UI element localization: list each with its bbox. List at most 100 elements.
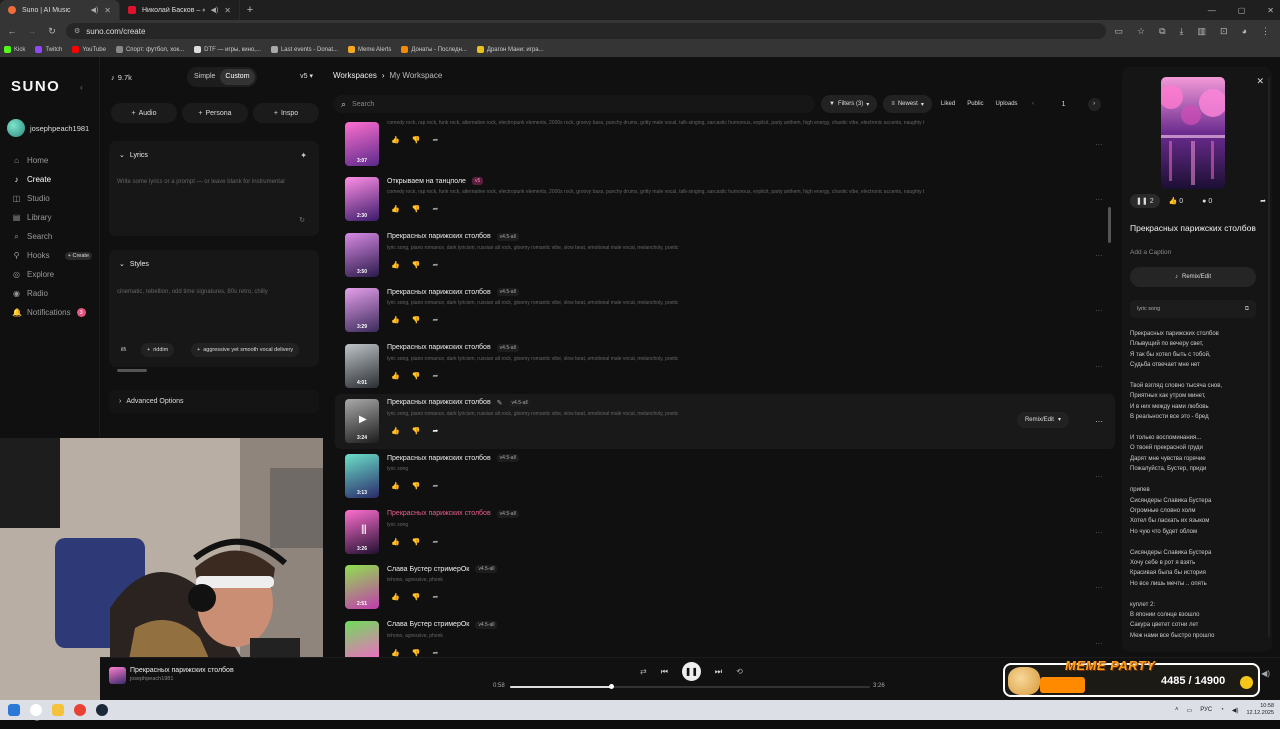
yandex-icon[interactable] (30, 704, 42, 716)
thumbs-down-icon[interactable]: 👎 (412, 649, 421, 657)
add-caption[interactable]: Add a Caption (1130, 249, 1171, 256)
refresh-icon[interactable]: ↻ (299, 216, 305, 224)
previous-icon[interactable]: ⏮ (661, 667, 668, 677)
sidebar-item-studio[interactable]: ◫ Studio (12, 189, 92, 208)
play-icon[interactable]: ▶ (359, 414, 367, 425)
styles-input[interactable]: cinematic, rebellion, odd time signature… (117, 289, 268, 295)
sidebar-item-create[interactable]: ♪ Create (12, 170, 92, 189)
song-row[interactable]: 2:30 Открываем на танцполе v5 comedy rock, … (335, 172, 1115, 227)
more-options-icon[interactable]: ··· (1095, 140, 1103, 149)
song-thumbnail[interactable]: 2:51 (345, 565, 379, 610)
share-icon[interactable]: ➦ (432, 593, 438, 601)
thumbs-down-icon[interactable]: 👎 (412, 372, 421, 380)
style-chip[interactable]: + aggressive yet smooth vocal delivery (191, 343, 300, 357)
share-icon[interactable]: ➦ (432, 316, 438, 324)
bookmark-item[interactable]: Драгон Мани: игра... (476, 46, 544, 53)
comment-count[interactable]: ● 0 (1202, 198, 1212, 205)
chrome-icon[interactable] (74, 704, 86, 716)
repeat-icon[interactable]: ⟲ (736, 667, 743, 676)
song-row[interactable]: 3:50 Прекрасных парижских столбов v4.5-all… (335, 228, 1115, 283)
song-row[interactable]: 4:01 Прекрасных парижских столбов v4.5-all… (335, 339, 1115, 394)
bookmark-item[interactable]: YouTube (72, 46, 106, 53)
song-row[interactable]: 3:26 ||| Прекрасных парижских столбов v4.5-… (335, 505, 1115, 560)
more-options-icon[interactable]: ··· (1095, 306, 1103, 315)
back-icon[interactable]: ← (6, 26, 18, 36)
song-title[interactable]: Прекрасных парижских столбов (387, 289, 491, 296)
thumbs-down-icon[interactable]: 👎 (412, 316, 421, 324)
share-icon[interactable]: ➦ (1260, 197, 1266, 205)
extensions-icon[interactable]: ⧉ (1159, 26, 1165, 37)
thumbs-down-icon[interactable]: 👎 (412, 427, 421, 435)
liked-filter[interactable]: Liked (938, 95, 958, 113)
more-options-icon[interactable]: ··· (1095, 583, 1103, 592)
more-options-icon[interactable]: ··· (1095, 472, 1103, 481)
url-field[interactable]: ⚙ suno.com/create (66, 23, 1107, 39)
filters-button[interactable]: ▼ Filters (3) ▾ (821, 95, 878, 113)
public-filter[interactable]: Public (964, 95, 986, 113)
menu-dots-icon[interactable]: ⋮ (1261, 26, 1270, 37)
sort-button[interactable]: ≡ Newest ▾ (883, 95, 932, 113)
song-title[interactable]: Прекрасных парижских столбов (387, 455, 491, 462)
song-title[interactable]: Слава Бустер стримерОк (387, 621, 469, 628)
language-indicator[interactable]: РУС (1200, 707, 1212, 713)
sidebar-item-explore[interactable]: ◎ Explore (12, 265, 92, 284)
steam-icon[interactable] (96, 704, 108, 716)
breadcrumb-workspaces[interactable]: Workspaces (333, 71, 377, 80)
wifi-icon[interactable]: ◔ (1220, 707, 1224, 713)
next-page-button[interactable]: › (1087, 97, 1101, 111)
progress-knob[interactable] (608, 684, 614, 689)
song-title[interactable]: Прекрасных парижских столбов (387, 399, 491, 406)
thumbs-up-icon[interactable]: 👍 (391, 538, 400, 546)
hooks-create-button[interactable]: + Create (64, 251, 92, 260)
thumbs-up-icon[interactable]: 👍 (391, 593, 400, 601)
thumbs-down-icon[interactable]: 👎 (412, 205, 421, 213)
file-explorer-icon[interactable] (52, 704, 64, 716)
credits-counter[interactable]: ♪ 9.7k (111, 73, 132, 82)
share-icon[interactable]: ➦ (432, 538, 438, 546)
add-audio-button[interactable]: + Audio (111, 103, 177, 123)
bookmark-item[interactable]: Kick (4, 46, 25, 53)
sidebar-item-notifications[interactable]: 🔔 Notifications 3 (12, 303, 92, 322)
song-thumbnail[interactable]: 3:29 (345, 288, 379, 333)
share-icon[interactable]: ➦ (432, 205, 438, 213)
styles-header[interactable]: ⌄ Styles (119, 260, 149, 269)
thumbs-down-icon[interactable]: 👎 (412, 482, 421, 490)
add-inspo-button[interactable]: + Inspo (253, 103, 319, 123)
bookmark-item[interactable]: Донаты - Последн... (401, 46, 467, 53)
thumbs-down-icon[interactable]: 👎 (412, 593, 421, 601)
style-chip[interactable]: + riddim (141, 343, 175, 357)
song-thumbnail[interactable]: 3:13 (345, 454, 379, 499)
now-playing-user[interactable]: josephpeach1981 (130, 676, 173, 682)
song-title[interactable]: Слава Бустер стримерОк (387, 566, 469, 573)
collapse-sidebar-icon[interactable]: ‹ (80, 83, 83, 92)
share-icon[interactable]: ➦ (432, 427, 438, 435)
song-row[interactable]: 3:13 Прекрасных парижских столбов v4.5-all… (335, 449, 1115, 504)
sidebar-item-library[interactable]: ▤ Library (12, 208, 92, 227)
volume-icon[interactable]: ◀) (1261, 669, 1270, 678)
now-playing-title[interactable]: Прекрасных парижских столбов (130, 667, 234, 674)
song-title[interactable]: Прекрасных парижских столбов (387, 233, 491, 240)
close-icon[interactable]: ✕ (1256, 76, 1264, 87)
song-thumbnail[interactable]: 4:01 (345, 343, 379, 388)
bookmark-item[interactable]: Twitch (35, 46, 62, 53)
thumbs-down-icon[interactable]: 👎 (412, 538, 421, 546)
cast-icon[interactable]: ▭ (1114, 26, 1123, 37)
network-icon[interactable]: ▭ (1187, 707, 1193, 714)
share-icon[interactable]: ➦ (432, 136, 438, 144)
mode-custom-button[interactable]: Custom (220, 69, 255, 85)
more-options-icon[interactable]: ··· (1095, 639, 1103, 648)
shuffle-icon[interactable]: ⇄ (640, 667, 647, 676)
tray-chevron-icon[interactable]: ˄ (1175, 707, 1179, 713)
windows-start-icon[interactable] (8, 704, 20, 716)
page-number[interactable]: 1 (1046, 101, 1082, 108)
volume-tray-icon[interactable]: ◀) (1232, 707, 1239, 714)
sidebar-item-hooks[interactable]: ⚲ Hooks + Create (12, 246, 92, 265)
screenshot-icon[interactable]: ⊡ (1220, 26, 1228, 37)
thumbs-down-icon[interactable]: 👎 (412, 261, 421, 269)
share-icon[interactable]: ➦ (432, 261, 438, 269)
sidepanel-icon[interactable]: ▥ (1198, 26, 1207, 37)
bookmark-item[interactable]: Last events - Donat... (270, 46, 338, 53)
thumbs-up-icon[interactable]: 👍 (391, 427, 400, 435)
magic-wand-icon[interactable]: ✦ (300, 151, 307, 160)
song-thumbnail[interactable]: 3:50 (345, 232, 379, 277)
